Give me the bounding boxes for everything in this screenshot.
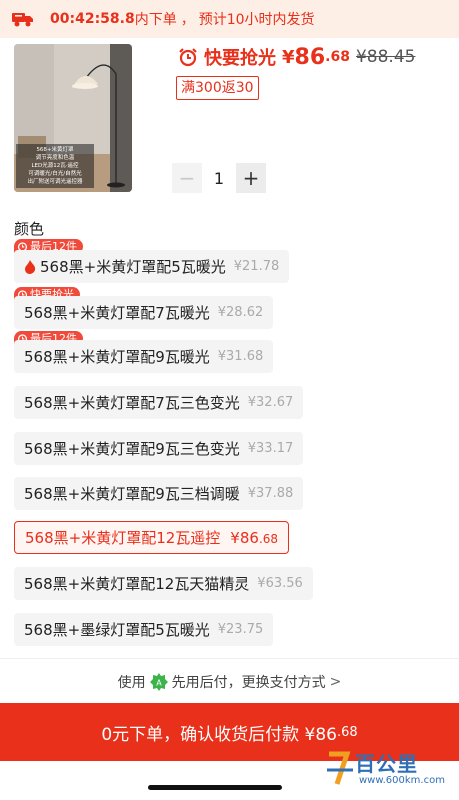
truck-icon <box>12 13 33 27</box>
color-option-9w-tricolor[interactable]: 568黑+米黄灯罩配9瓦三色变光 ¥33.17 <box>14 432 304 465</box>
fire-icon <box>25 259 36 274</box>
coupon-badge[interactable]: 满300返30 <box>176 76 259 100</box>
divider <box>0 658 459 659</box>
watermark-url: www.600km.com <box>359 775 445 786</box>
option-price: ¥31.68 <box>217 349 264 364</box>
option-name: 568黑+米黄灯罩配12瓦遥控 <box>25 529 221 547</box>
quantity-stepper: − 1 + <box>172 163 266 193</box>
separator: ， <box>180 12 195 28</box>
watermark-logo: 百公里 www.600km.com <box>325 748 453 792</box>
color-option-green-5w-warm[interactable]: 568黑+墨绿灯罩配5瓦暖光 ¥23.75 <box>14 613 274 646</box>
color-option-7w-tricolor[interactable]: 568黑+米黄灯罩配7瓦三色变光 ¥32.67 <box>14 386 304 419</box>
original-price: ¥88.45 <box>355 47 416 67</box>
option-name: 568黑+米黄灯罩配9瓦三色变光 <box>24 440 240 458</box>
order-button-price-decimal: .68 <box>336 724 358 740</box>
price-integer: 86 <box>294 44 326 70</box>
option-price: ¥37.88 <box>247 486 294 501</box>
color-option-9w-warm[interactable]: 568黑+米黄灯罩配9瓦暖光 ¥31.68 <box>14 340 274 373</box>
pay-text: 先用后付，更换支付方式 <box>171 675 326 691</box>
flash-sale-label: 快要抢光 <box>204 48 276 69</box>
option-name: 568黑+米黄灯罩配9瓦三档调暖 <box>24 485 240 503</box>
color-option-9w-3level[interactable]: 568黑+米黄灯罩配9瓦三档调暖 ¥37.88 <box>14 477 304 510</box>
chevron-right-icon: > <box>329 674 342 690</box>
option-price: ¥63.56 <box>257 576 303 591</box>
shipping-estimate: 预计10小时内发货 <box>198 12 315 28</box>
color-section-title: 颜色 <box>14 220 45 238</box>
home-indicator[interactable] <box>148 785 282 790</box>
svg-text:A: A <box>156 679 162 688</box>
option-name: 568黑+米黄灯罩配7瓦暖光 <box>24 304 210 322</box>
pay-later-row[interactable]: 使用 A 先用后付，更换支付方式 > <box>0 667 459 697</box>
price-decimal: .68 <box>325 49 350 65</box>
product-image[interactable]: 568+米黄灯罩 调节亮度和色温 LED光源12瓦·遥控 可调暖光/白光/自然光… <box>14 44 132 192</box>
alarm-clock-icon <box>179 48 197 67</box>
option-name: 568黑+米黄灯罩配7瓦三色变光 <box>24 394 240 412</box>
countdown-timer: 00:42:58.8 <box>50 11 135 27</box>
option-price: ¥86.68 <box>230 528 279 547</box>
option-name: 568黑+米黄灯罩配5瓦暖光 <box>40 258 226 276</box>
pay-later-logo-icon: A <box>149 673 168 691</box>
watermark-mark-icon <box>327 751 353 785</box>
option-name: 568黑+墨绿灯罩配5瓦暖光 <box>24 621 210 639</box>
increase-quantity-button[interactable]: + <box>236 163 266 193</box>
option-name: 568黑+米黄灯罩配9瓦暖光 <box>24 348 210 366</box>
pay-prefix: 使用 <box>117 675 146 691</box>
option-price: ¥23.75 <box>217 622 264 637</box>
color-option-5w-warm[interactable]: 568黑+米黄灯罩配5瓦暖光 ¥21.78 <box>14 250 290 283</box>
color-option-12w-remote[interactable]: 568黑+米黄灯罩配12瓦遥控 ¥86.68 <box>14 521 290 554</box>
price-row: 快要抢光 ¥ 86 .68 ¥88.45 <box>178 40 415 74</box>
watermark-brand: 百公里 <box>355 752 418 776</box>
price-currency: ¥ <box>282 46 295 68</box>
quantity-value[interactable]: 1 <box>202 169 236 188</box>
order-button-label: 0元下单，确认收货后付款 ¥86 <box>101 724 337 745</box>
option-price: ¥21.78 <box>233 259 280 274</box>
option-name: 568黑+米黄灯罩配12瓦天猫精灵 <box>24 575 250 593</box>
option-price: ¥28.62 <box>217 305 264 320</box>
option-price: ¥33.17 <box>247 441 294 456</box>
color-option-7w-warm[interactable]: 568黑+米黄灯罩配7瓦暖光 ¥28.62 <box>14 296 274 329</box>
countdown-suffix: 内下单 <box>134 12 177 28</box>
color-option-12w-tmall-genie[interactable]: 568黑+米黄灯罩配12瓦天猫精灵 ¥63.56 <box>14 567 313 600</box>
decrease-quantity-button[interactable]: − <box>172 163 202 193</box>
option-price: ¥32.67 <box>247 395 294 410</box>
product-image-caption: 568+米黄灯罩 调节亮度和色温 LED光源12瓦·遥控 可调暖光/白光/自然光… <box>16 144 94 188</box>
delivery-countdown-bar: 00:42:58.8 内下单 ， 预计10小时内发货 <box>0 0 459 38</box>
